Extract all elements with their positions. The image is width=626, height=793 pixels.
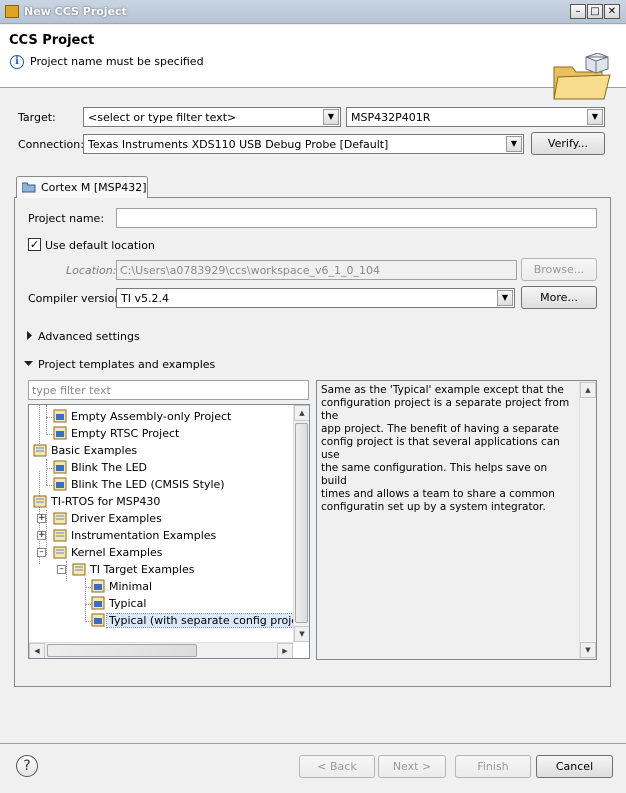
use-default-location-label: Use default location bbox=[45, 239, 155, 252]
project-name-label: Project name: bbox=[28, 212, 105, 225]
chevron-down-icon[interactable]: ▼ bbox=[506, 136, 522, 152]
target-device-combo[interactable]: MSP432P401R ▼ bbox=[346, 107, 605, 127]
new-project-folder-icon bbox=[550, 53, 614, 103]
project-template-icon bbox=[53, 409, 67, 423]
collapse-icon[interactable]: – bbox=[57, 565, 66, 574]
expand-icon[interactable]: + bbox=[37, 531, 46, 540]
project-template-icon bbox=[53, 477, 67, 491]
location-input: C:\Users\a0783929\ccs\workspace_v6_1_0_1… bbox=[116, 260, 517, 280]
help-icon[interactable]: ? bbox=[16, 755, 38, 777]
compiler-version-value: TI v5.2.4 bbox=[121, 292, 169, 305]
location-label: Location: bbox=[66, 264, 117, 277]
scroll-up-icon[interactable]: ▲ bbox=[580, 382, 596, 398]
more-button[interactable]: More... bbox=[521, 286, 597, 309]
next-button[interactable]: Next > bbox=[378, 755, 446, 778]
description-text: Same as the 'Typical' example except tha… bbox=[321, 384, 570, 513]
project-template-icon bbox=[53, 460, 67, 474]
scroll-thumb[interactable] bbox=[47, 644, 197, 657]
folder-icon bbox=[53, 545, 67, 559]
folder-icon bbox=[22, 181, 36, 193]
tree-horizontal-scrollbar[interactable]: ◀ ▶ bbox=[29, 642, 293, 658]
template-filter-placeholder: type filter text bbox=[32, 384, 111, 397]
scroll-right-icon[interactable]: ▶ bbox=[277, 643, 293, 658]
back-button[interactable]: < Back bbox=[299, 755, 375, 778]
connection-label: Connection: bbox=[18, 138, 84, 151]
browse-button: Browse... bbox=[521, 258, 597, 281]
cancel-button[interactable]: Cancel bbox=[536, 755, 613, 778]
project-name-input[interactable] bbox=[116, 208, 597, 228]
location-value: C:\Users\a0783929\ccs\workspace_v6_1_0_1… bbox=[120, 264, 380, 277]
close-button[interactable]: ✕ bbox=[604, 4, 620, 19]
window-title: New CCS Project bbox=[24, 5, 127, 18]
expand-icon[interactable]: + bbox=[37, 514, 46, 523]
collapse-templates-icon[interactable] bbox=[24, 360, 33, 367]
target-filter-combo[interactable]: <select or type filter text> ▼ bbox=[83, 107, 341, 127]
info-icon: i bbox=[10, 55, 24, 69]
folder-icon bbox=[33, 494, 47, 508]
chevron-down-icon[interactable]: ▼ bbox=[587, 109, 603, 125]
target-device-value: MSP432P401R bbox=[351, 111, 431, 124]
use-default-location-checkbox[interactable]: ✓ bbox=[28, 238, 41, 251]
target-label: Target: bbox=[18, 111, 56, 124]
page-title: CCS Project bbox=[9, 33, 95, 48]
tree-vertical-scrollbar[interactable]: ▲ ▼ bbox=[293, 405, 309, 642]
scroll-up-icon[interactable]: ▲ bbox=[294, 405, 309, 421]
template-filter-input[interactable]: type filter text bbox=[28, 380, 309, 400]
advanced-settings-toggle[interactable]: Advanced settings bbox=[38, 330, 140, 343]
templates-section-toggle[interactable]: Project templates and examples bbox=[38, 358, 215, 371]
compiler-version-combo[interactable]: TI v5.2.4 ▼ bbox=[116, 288, 515, 308]
scroll-down-icon[interactable]: ▼ bbox=[294, 626, 309, 642]
template-tree[interactable]: Empty Assembly-only Project Empty RTSC P… bbox=[28, 404, 310, 659]
project-template-icon bbox=[91, 596, 105, 610]
connection-combo[interactable]: Texas Instruments XDS110 USB Debug Probe… bbox=[83, 134, 524, 154]
wizard-header: CCS Project i Project name must be speci… bbox=[0, 25, 626, 100]
project-template-icon bbox=[91, 613, 105, 627]
project-template-icon bbox=[91, 579, 105, 593]
footer-divider bbox=[0, 743, 626, 744]
chevron-down-icon[interactable]: ▼ bbox=[497, 290, 513, 306]
finish-button[interactable]: Finish bbox=[455, 755, 531, 778]
collapse-icon[interactable]: – bbox=[37, 548, 46, 557]
title-bar: New CCS Project – □ ✕ bbox=[0, 0, 626, 24]
folder-icon bbox=[53, 511, 67, 525]
connection-value: Texas Instruments XDS110 USB Debug Probe… bbox=[88, 138, 389, 151]
scroll-down-icon[interactable]: ▼ bbox=[580, 642, 596, 658]
folder-icon bbox=[33, 443, 47, 457]
template-description: Same as the 'Typical' example except tha… bbox=[316, 380, 597, 660]
expand-advanced-icon[interactable] bbox=[26, 331, 33, 340]
minimize-button[interactable]: – bbox=[570, 4, 586, 19]
folder-icon bbox=[72, 562, 86, 576]
folder-icon bbox=[53, 528, 67, 542]
tab-cortex-m[interactable]: Cortex M [MSP432] bbox=[16, 176, 148, 198]
project-template-icon bbox=[53, 426, 67, 440]
compiler-version-label: Compiler version: bbox=[28, 292, 126, 305]
chevron-down-icon[interactable]: ▼ bbox=[323, 109, 339, 125]
status-message: Project name must be specified bbox=[30, 55, 204, 68]
maximize-button[interactable]: □ bbox=[587, 4, 603, 19]
verify-button[interactable]: Verify... bbox=[531, 132, 605, 155]
scroll-thumb[interactable] bbox=[295, 423, 308, 623]
description-scrollbar[interactable]: ▲ ▼ bbox=[579, 381, 596, 659]
target-filter-text: <select or type filter text> bbox=[88, 111, 237, 124]
scroll-left-icon[interactable]: ◀ bbox=[29, 643, 45, 658]
tab-label: Cortex M [MSP432] bbox=[41, 181, 147, 194]
app-icon bbox=[5, 5, 19, 18]
